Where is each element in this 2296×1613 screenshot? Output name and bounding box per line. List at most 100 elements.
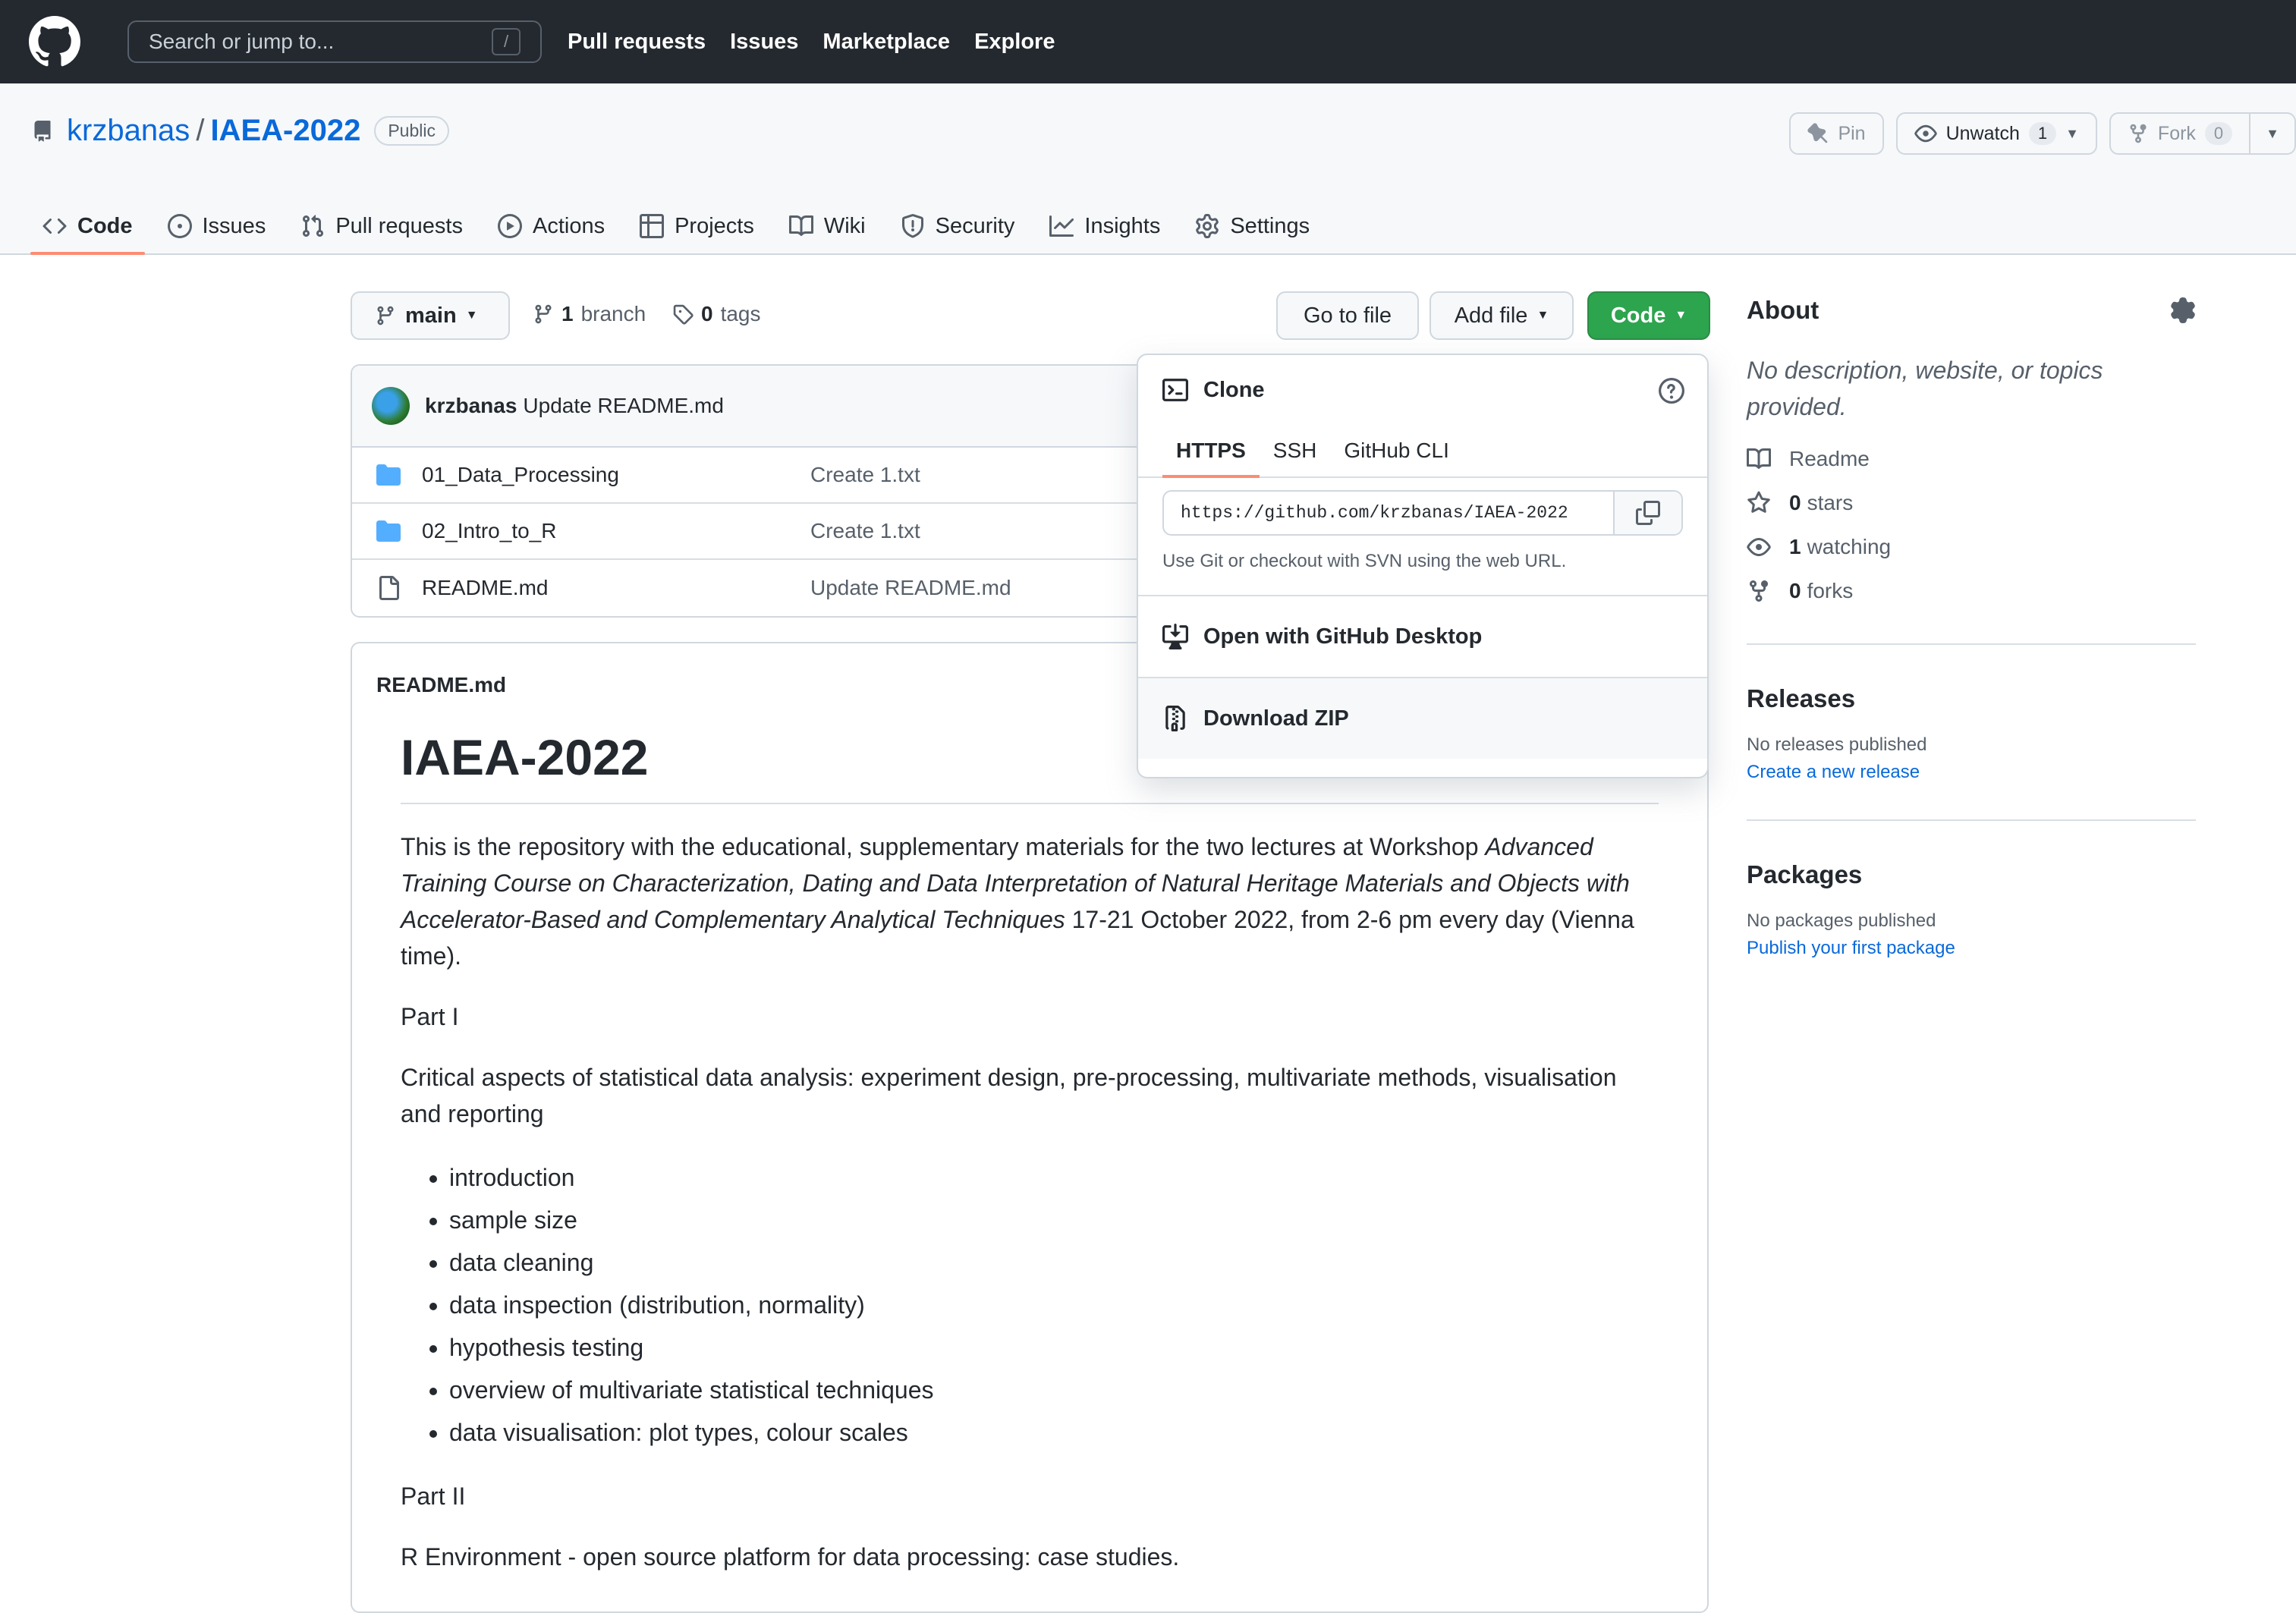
branch-name: main <box>405 303 457 328</box>
readme-label: Readme <box>1789 447 1870 470</box>
add-file-label: Add file <box>1454 303 1528 328</box>
tab-ssh[interactable]: SSH <box>1260 425 1331 476</box>
clone-url-field[interactable]: https://github.com/krzbanas/IAEA-2022 <box>1162 490 1683 536</box>
forks-word: forks <box>1807 579 1854 602</box>
commit-author[interactable]: krzbanas <box>425 394 517 418</box>
tab-https[interactable]: HTTPS <box>1162 425 1260 478</box>
gear-icon <box>1195 214 1219 238</box>
repo-name-link[interactable]: IAEA-2022 <box>210 114 360 148</box>
tab-security[interactable]: Security <box>889 197 1027 255</box>
stars-link[interactable]: 0 stars <box>1747 481 2196 525</box>
releases-heading[interactable]: Releases <box>1747 684 2196 713</box>
fork-icon <box>2128 123 2149 144</box>
fork-label: Fork <box>2157 122 2196 144</box>
list-item: overview of multivariate statistical tec… <box>449 1369 1659 1411</box>
nav-pull-requests[interactable]: Pull requests <box>568 30 706 55</box>
nav-explore[interactable]: Explore <box>974 30 1055 55</box>
copy-button[interactable] <box>1613 492 1681 534</box>
tab-label: Pull requests <box>335 213 463 238</box>
branch-count: 1 <box>561 302 574 325</box>
nav-marketplace[interactable]: Marketplace <box>822 30 950 55</box>
part1-heading: Part I <box>401 1003 459 1030</box>
file-icon <box>376 576 401 600</box>
create-release-link[interactable]: Create a new release <box>1747 762 2196 783</box>
tab-label: Issues <box>202 213 266 238</box>
book-icon <box>788 214 813 238</box>
branch-icon <box>533 303 554 325</box>
tab-github-cli[interactable]: GitHub CLI <box>1330 425 1463 476</box>
file-name-link[interactable]: 02_Intro_to_R <box>422 519 810 543</box>
tag-count: 0 <box>701 302 713 325</box>
chevron-down-icon: ▼ <box>1536 309 1549 322</box>
tab-label: Insights <box>1084 213 1161 238</box>
packages-heading[interactable]: Packages <box>1747 860 2196 889</box>
terminal-icon <box>1162 377 1188 403</box>
file-navigation: main ▼ 1 branch 0 tags Go to file Add fi… <box>351 291 1712 340</box>
publish-package-link[interactable]: Publish your first package <box>1747 938 2196 959</box>
nav-issues[interactable]: Issues <box>730 30 798 55</box>
about-description: No description, website, or topics provi… <box>1747 357 2103 420</box>
chevron-down-icon: ▼ <box>1675 309 1687 322</box>
download-zip-item[interactable]: Download ZIP <box>1138 677 1707 759</box>
tab-wiki[interactable]: Wiki <box>777 197 878 255</box>
list-item: introduction <box>449 1156 1659 1199</box>
tab-issues[interactable]: Issues <box>156 197 278 255</box>
star-icon <box>1747 491 1771 515</box>
list-item: data inspection (distribution, normality… <box>449 1284 1659 1326</box>
watching-count: 1 <box>1789 535 1801 558</box>
tags-link[interactable]: 0 tags <box>672 302 761 326</box>
repo-owner-link[interactable]: krzbanas <box>67 114 190 148</box>
chevron-down-icon: ▼ <box>2266 125 2279 141</box>
tab-insights[interactable]: Insights <box>1037 197 1172 255</box>
forks-link[interactable]: 0 forks <box>1747 569 2196 613</box>
branch-selector[interactable]: main ▼ <box>351 291 510 340</box>
tab-pull-requests[interactable]: Pull requests <box>288 197 475 255</box>
watching-link[interactable]: 1 watching <box>1747 525 2196 569</box>
watching-word: watching <box>1807 535 1892 558</box>
open-with-desktop-item[interactable]: Open with GitHub Desktop <box>1138 595 1707 677</box>
fork-options-button[interactable]: ▼ <box>2250 112 2296 155</box>
list-item: hypothesis testing <box>449 1326 1659 1369</box>
branch-icon <box>375 305 396 326</box>
github-logo-icon[interactable] <box>29 16 80 68</box>
search-placeholder: Search or jump to... <box>149 30 335 53</box>
avatar[interactable] <box>372 387 410 425</box>
tab-code[interactable]: Code <box>30 197 145 255</box>
file-name-link[interactable]: README.md <box>422 576 810 600</box>
fork-button[interactable]: Fork 0 <box>2109 112 2251 155</box>
help-icon[interactable] <box>1659 378 1684 404</box>
tab-projects[interactable]: Projects <box>627 197 766 255</box>
pin-icon <box>1807 123 1829 144</box>
global-nav: Pull requests Issues Marketplace Explore <box>568 30 1055 55</box>
tab-actions[interactable]: Actions <box>486 197 617 255</box>
tab-label: Security <box>935 213 1015 238</box>
file-commit-message[interactable]: Update README.md <box>810 576 1011 600</box>
branches-link[interactable]: 1 branch <box>533 302 646 326</box>
clone-hint: Use Git or checkout with SVN using the w… <box>1162 551 1567 571</box>
file-commit-message[interactable]: Create 1.txt <box>810 463 920 487</box>
code-button[interactable]: Code ▼ <box>1587 291 1710 340</box>
part1-topic-list: introduction sample size data cleaning d… <box>449 1156 1659 1454</box>
commit-message[interactable]: Update README.md <box>523 394 724 418</box>
unwatch-button[interactable]: Unwatch 1 ▼ <box>1895 112 2097 155</box>
add-file-button[interactable]: Add file ▼ <box>1429 291 1574 340</box>
watch-count: 1 <box>2028 122 2057 145</box>
file-commit-message[interactable]: Create 1.txt <box>810 519 920 543</box>
tab-settings[interactable]: Settings <box>1183 197 1322 255</box>
folder-icon <box>376 519 401 543</box>
fork-count: 0 <box>2204 122 2233 145</box>
part2-description: R Environment - open source platform for… <box>401 1543 1180 1571</box>
clone-url[interactable]: https://github.com/krzbanas/IAEA-2022 <box>1164 503 1613 523</box>
search-input[interactable]: Search or jump to... / <box>127 20 542 63</box>
packages-empty-text: No packages published <box>1747 910 1936 931</box>
file-name-link[interactable]: 01_Data_Processing <box>422 463 810 487</box>
gear-icon[interactable] <box>2170 297 2196 323</box>
shield-icon <box>901 214 925 238</box>
pin-button[interactable]: Pin <box>1789 112 1884 155</box>
repo-icon <box>32 118 53 144</box>
file-zip-icon <box>1162 706 1188 731</box>
readme-link[interactable]: Readme <box>1747 437 2196 481</box>
go-to-file-button[interactable]: Go to file <box>1276 291 1419 340</box>
chevron-down-icon: ▼ <box>2065 125 2079 141</box>
table-icon <box>640 214 665 238</box>
